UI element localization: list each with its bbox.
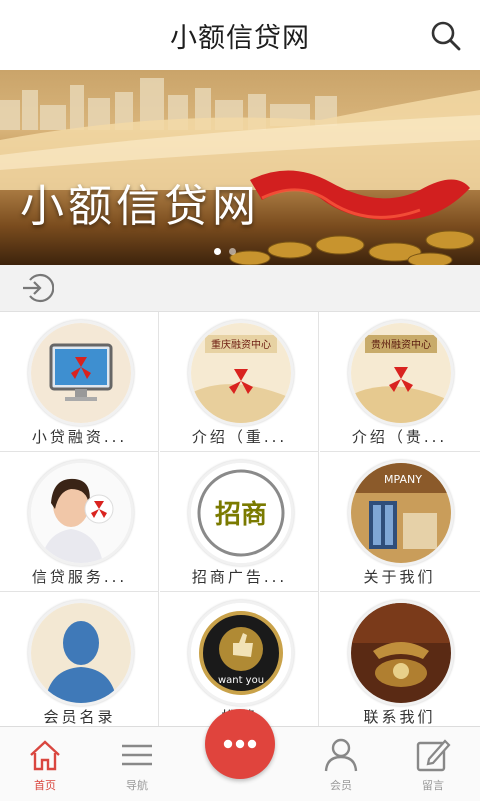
image-caption: MPANY [384,473,422,486]
home-icon [30,740,60,771]
grid-item-contact-us[interactable]: 联系我们 [320,592,480,732]
image-caption: 贵州融资中心 [371,338,431,351]
grid-item-label: 信贷服务... [31,568,128,586]
grid-item-label: 小贷融资... [31,428,128,446]
more-dots-icon [223,739,257,749]
guizhou-center-image: 贵州融资中心 [348,320,454,426]
grid-item-label: 关于我们 [363,568,436,586]
app-header: 小额信贷网 [0,0,480,71]
carousel-dot[interactable] [214,248,221,255]
menu-icon [122,744,152,766]
tab-member[interactable]: 会员 [306,727,376,801]
grid-item-label: 会员名录 [43,708,116,726]
want-you-badge-image: want you [188,600,294,706]
image-caption: 招商 [215,499,267,530]
grid-item-chongqing-intro[interactable]: 重庆融资中心 介绍（重... [160,312,319,452]
grid-item-label: 介绍（重... [191,428,288,446]
page-title: 小额信贷网 [170,22,310,54]
grid-item-about-us[interactable]: MPANY 关于我们 [320,452,480,592]
telephone-image [348,600,454,706]
banner-carousel[interactable]: 小额信贷网 [0,70,480,265]
grid-item-label: 联系我们 [363,708,436,726]
tab-nav[interactable]: 导航 [102,727,172,801]
chongqing-center-image: 重庆融资中心 [188,320,294,426]
notice-bar [0,265,480,312]
grid-item-credit-service[interactable]: 信贷服务... [0,452,159,592]
carousel-dot[interactable] [229,248,236,255]
carousel-dots [214,248,236,255]
more-button[interactable] [205,709,275,779]
tab-nav-label: 导航 [126,779,148,792]
image-caption: 重庆融资中心 [211,338,271,351]
category-grid: 小贷融资... 重庆融资中心 介绍（重... 贵州融资中心 介绍（贵... 信贷… [0,312,480,732]
tab-message-label: 留言 [422,779,444,792]
grid-item-guizhou-intro[interactable]: 贵州融资中心 介绍（贵... [320,312,480,452]
monitor-logo-image [28,320,134,426]
edit-icon [416,739,451,772]
grid-item-zhaoshang-ads[interactable]: 招商 招商广告... [160,452,319,592]
grid-item-label: 介绍（贵... [351,428,448,446]
login-icon[interactable] [20,272,54,304]
woman-logo-image [28,460,134,566]
tab-home[interactable]: 首页 [10,727,80,801]
tab-member-label: 会员 [330,779,352,792]
tab-message[interactable]: 留言 [398,727,468,801]
search-icon[interactable] [430,20,462,52]
zhaoshang-image: 招商 [188,460,294,566]
company-image: MPANY [348,460,454,566]
image-caption: want you [218,675,264,686]
user-icon [324,738,358,772]
grid-item-label: 招商广告... [191,568,288,586]
banner-image [0,78,480,265]
grid-item-member-list[interactable]: 会员名录 [0,592,159,732]
banner-title: 小额信贷网 [20,181,260,232]
member-silhouette-image [28,600,134,706]
grid-item-loan-finance[interactable]: 小贷融资... [0,312,159,452]
tab-home-label: 首页 [34,779,56,792]
